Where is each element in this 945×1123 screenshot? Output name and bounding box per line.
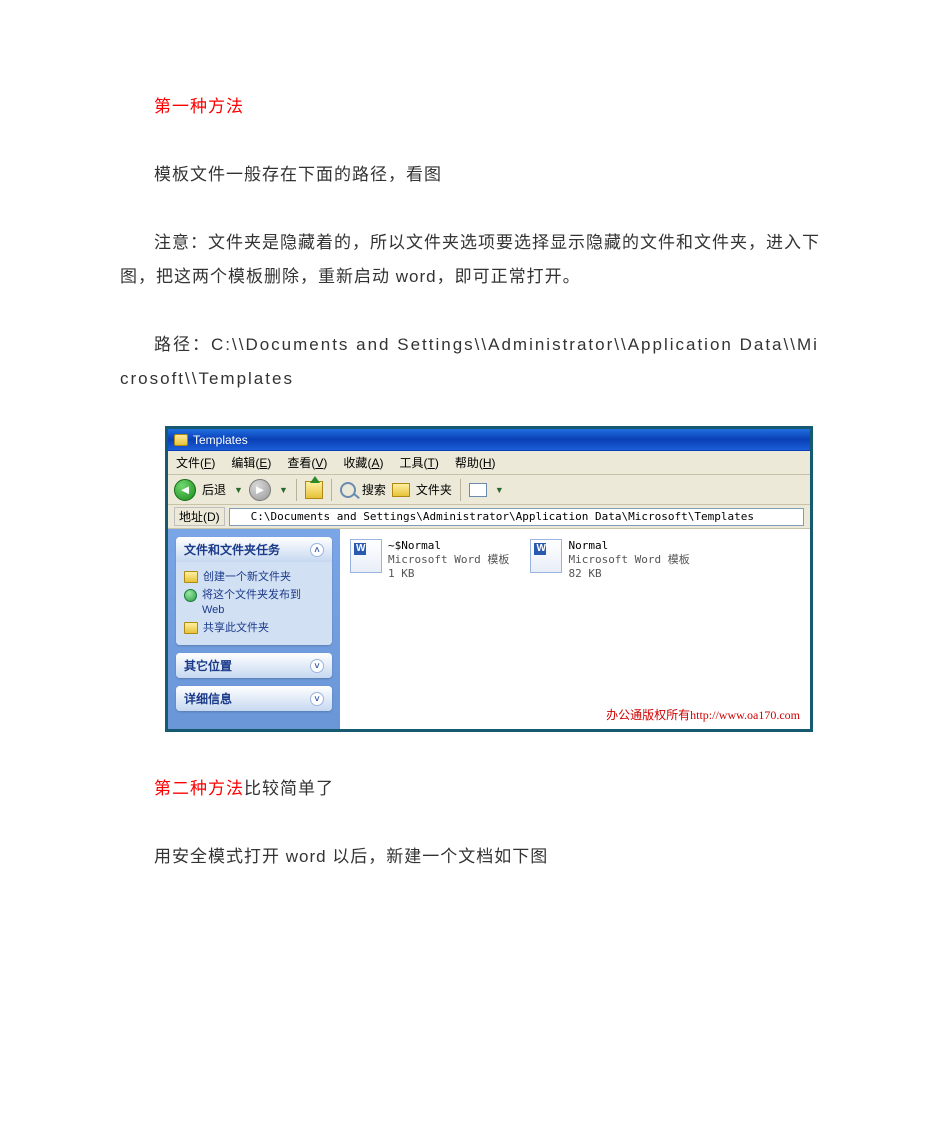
titlebar[interactable]: Templates: [168, 429, 810, 451]
menu-edit[interactable]: 编辑(E): [227, 453, 275, 472]
watermark-text: 办公通版权所有http://www.oa170.com: [606, 708, 800, 722]
paragraph-2: 注意：文件夹是隐藏着的，所以文件夹选项要选择显示隐藏的文件和文件夹，进入下图，把…: [120, 226, 825, 294]
path-value: C:\\Documents and Settings\\Administrato…: [120, 335, 819, 388]
side-panel: 文件和文件夹任务 ˄ 创建一个新文件夹 将这个文件夹发布到 Web: [168, 529, 340, 729]
method1-title: 第一种方法: [154, 97, 244, 116]
file-type: Microsoft Word 模板: [568, 553, 689, 566]
task-label: 将这个文件夹发布到 Web: [202, 588, 324, 617]
task-label: 共享此文件夹: [203, 621, 269, 635]
forward-button[interactable]: ►: [249, 479, 271, 501]
menu-tools[interactable]: 工具(T): [395, 453, 442, 472]
address-input[interactable]: C:\Documents and Settings\Administrator\…: [229, 508, 804, 526]
method2-suffix: 比较简单了: [244, 779, 334, 798]
paragraph-4: 用安全模式打开 word 以后，新建一个文档如下图: [120, 840, 825, 874]
chevron-up-icon[interactable]: ˄: [310, 543, 324, 557]
file-name: Normal: [568, 539, 689, 553]
menu-favorites[interactable]: 收藏(A): [339, 453, 387, 472]
method2-title: 第二种方法: [154, 779, 244, 798]
tasks-title: 文件和文件夹任务: [184, 541, 280, 558]
details-title: 详细信息: [184, 690, 232, 707]
address-bar: 地址(D) C:\Documents and Settings\Administ…: [168, 505, 810, 529]
separator: [331, 479, 332, 501]
word-doc-icon: [350, 539, 382, 573]
menubar: 文件(F) 编辑(E) 查看(V) 收藏(A) 工具(T) 帮助(H): [168, 451, 810, 475]
file-type: Microsoft Word 模板: [388, 553, 509, 566]
document-page: 第一种方法 模板文件一般存在下面的路径，看图 注意：文件夹是隐藏着的，所以文件夹…: [0, 0, 945, 1108]
folders-button[interactable]: 文件夹: [416, 481, 452, 498]
back-button[interactable]: ◄: [174, 479, 196, 501]
address-label: 地址(D): [174, 507, 225, 526]
paragraph-1: 模板文件一般存在下面的路径，看图: [120, 158, 825, 192]
task-new-folder[interactable]: 创建一个新文件夹: [184, 568, 324, 586]
file-size: 82 KB: [568, 567, 601, 580]
search-icon: [340, 482, 356, 498]
word-doc-icon: [530, 539, 562, 573]
file-item[interactable]: Normal Microsoft Word 模板 82 KB: [530, 539, 700, 580]
file-size: 1 KB: [388, 567, 415, 580]
folder-icon: [174, 434, 188, 446]
file-area[interactable]: ~$Normal Microsoft Word 模板 1 KB Normal M…: [340, 529, 810, 729]
separator: [460, 479, 461, 501]
share-folder-icon: [184, 622, 198, 634]
menu-file[interactable]: 文件(F): [172, 453, 219, 472]
folders-icon: [392, 483, 410, 497]
explorer-body: 文件和文件夹任务 ˄ 创建一个新文件夹 将这个文件夹发布到 Web: [168, 529, 810, 729]
tasks-body: 创建一个新文件夹 将这个文件夹发布到 Web 共享此文件夹: [176, 562, 332, 645]
up-button[interactable]: [305, 481, 323, 499]
path-prefix: 路径：: [154, 335, 211, 354]
tasks-panel: 文件和文件夹任务 ˄ 创建一个新文件夹 将这个文件夹发布到 Web: [176, 537, 332, 645]
views-icon[interactable]: [469, 483, 487, 497]
details-header[interactable]: 详细信息 ˅: [176, 686, 332, 711]
other-places-panel: 其它位置 ˅: [176, 653, 332, 678]
folder-icon: [233, 511, 247, 523]
file-item[interactable]: ~$Normal Microsoft Word 模板 1 KB: [350, 539, 520, 580]
menu-help[interactable]: 帮助(H): [451, 453, 500, 472]
search-button[interactable]: 搜索: [362, 481, 386, 498]
details-panel: 详细信息 ˅: [176, 686, 332, 711]
file-meta: ~$Normal Microsoft Word 模板 1 KB: [388, 539, 509, 580]
other-places-title: 其它位置: [184, 657, 232, 674]
views-dropdown-icon[interactable]: ▼: [495, 485, 504, 495]
address-value: C:\Documents and Settings\Administrator\…: [251, 510, 754, 523]
menu-view[interactable]: 查看(V): [283, 453, 331, 472]
method2-heading: 第二种方法比较简单了: [120, 772, 825, 806]
arrow-left-icon: ◄: [179, 482, 192, 497]
forward-dropdown-icon[interactable]: ▼: [279, 485, 288, 495]
task-share-folder[interactable]: 共享此文件夹: [184, 619, 324, 637]
file-meta: Normal Microsoft Word 模板 82 KB: [568, 539, 689, 580]
tasks-header[interactable]: 文件和文件夹任务 ˄: [176, 537, 332, 562]
other-places-header[interactable]: 其它位置 ˅: [176, 653, 332, 678]
file-name: ~$Normal: [388, 539, 509, 553]
new-folder-icon: [184, 571, 198, 583]
window-title: Templates: [193, 433, 248, 447]
back-label[interactable]: 后退: [202, 481, 226, 498]
toolbar: ◄ 后退 ▼ ► ▼ 搜索 文件夹 ▼: [168, 475, 810, 505]
chevron-down-icon[interactable]: ˅: [310, 692, 324, 706]
task-label: 创建一个新文件夹: [203, 570, 291, 584]
globe-icon: [184, 589, 197, 602]
separator: [296, 479, 297, 501]
watermark: 办公通版权所有http://www.oa170.com: [606, 706, 800, 723]
explorer-window: Templates 文件(F) 编辑(E) 查看(V) 收藏(A) 工具(T) …: [165, 426, 813, 732]
path-paragraph: 路径：C:\\Documents and Settings\\Administr…: [120, 328, 825, 396]
back-dropdown-icon[interactable]: ▼: [234, 485, 243, 495]
method1-heading: 第一种方法: [120, 90, 825, 124]
task-publish-web[interactable]: 将这个文件夹发布到 Web: [184, 586, 324, 619]
arrow-right-icon: ►: [254, 482, 267, 497]
chevron-down-icon[interactable]: ˅: [310, 659, 324, 673]
